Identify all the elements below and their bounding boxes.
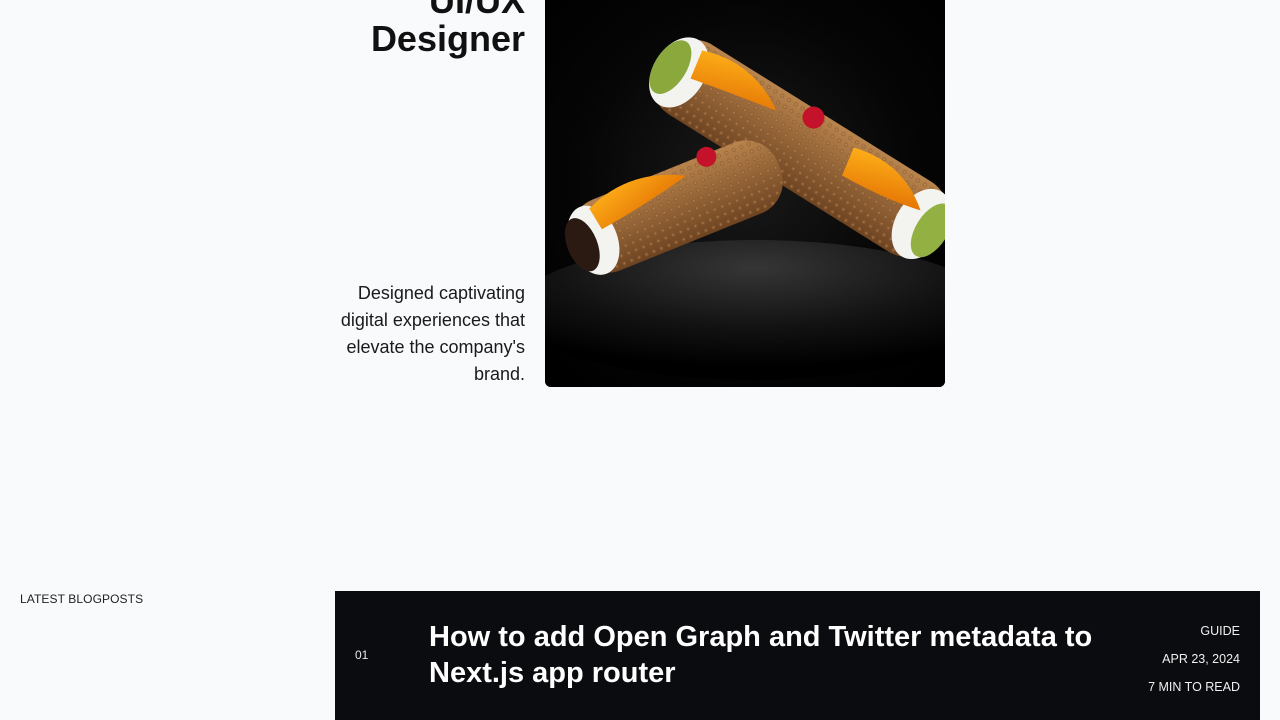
page: UI/UX Designer Designed captivating digi… (0, 0, 1280, 720)
project-title-line-2: Designer (370, 18, 525, 59)
project-description: Designed captivating digital experiences… (340, 283, 525, 384)
project-image[interactable] (545, 0, 945, 387)
post-date: APR 23, 2024 (1162, 652, 1240, 666)
cannoli-illustration (545, 0, 945, 387)
blog-post-card[interactable]: 01 How to add Open Graph and Twitter met… (335, 591, 1260, 720)
post-title[interactable]: How to add Open Graph and Twitter metada… (429, 619, 1109, 691)
post-meta: GUIDE APR 23, 2024 7 MIN TO READ (1148, 617, 1240, 701)
post-category: GUIDE (1200, 624, 1240, 638)
project-title: UI/UX Designer (305, 0, 525, 58)
latest-blogposts-label: LATEST BLOGPOSTS (20, 592, 144, 606)
post-read-time: 7 MIN TO READ (1148, 680, 1240, 694)
project-title-line-1: UI/UX (428, 0, 525, 21)
post-index: 01 (355, 648, 369, 662)
